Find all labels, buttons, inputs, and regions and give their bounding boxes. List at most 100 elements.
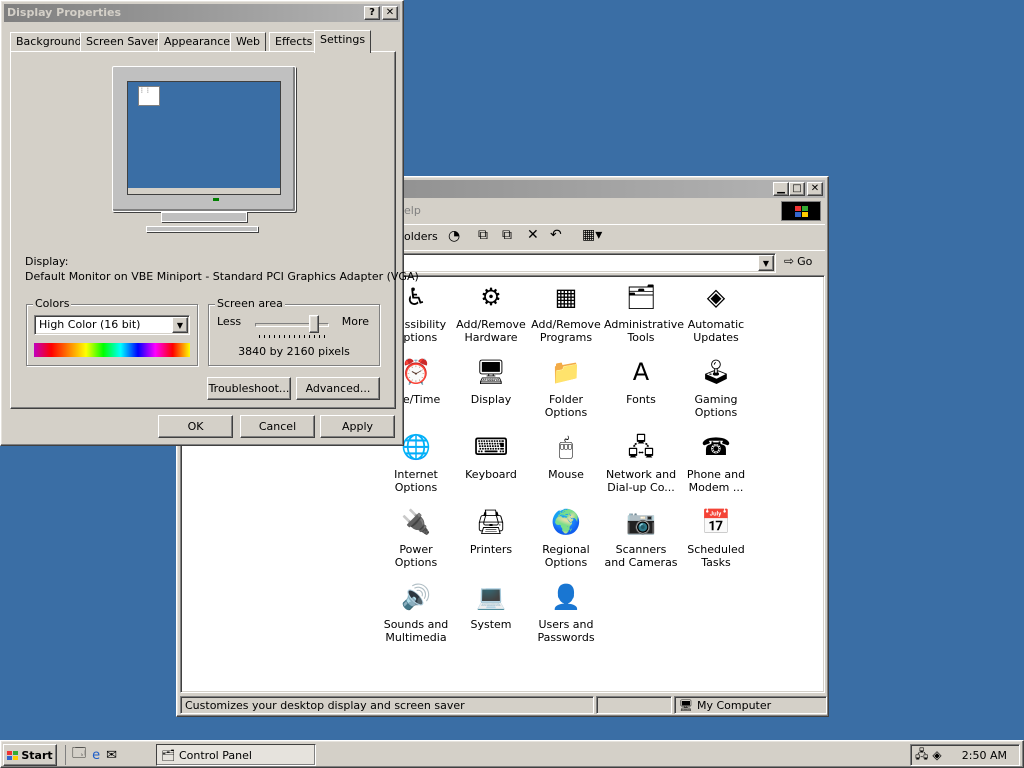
- screen-area-group-label: Screen area: [215, 297, 285, 310]
- tab-effects[interactable]: Effects: [269, 32, 319, 51]
- cp-item-label: Phone and Modem ...: [686, 468, 746, 494]
- cp-item-label: Printers: [469, 543, 513, 556]
- tab-web[interactable]: Web: [230, 32, 266, 51]
- start-button[interactable]: Start: [3, 744, 57, 766]
- apply-button[interactable]: Apply: [320, 415, 395, 438]
- cp-item-label: Keyboard: [465, 468, 517, 481]
- show-desktop-icon[interactable]: 🗔: [72, 744, 86, 766]
- programs-icon: ▦: [554, 283, 578, 311]
- tab-settings[interactable]: Settings: [314, 30, 372, 53]
- preview-desktop-icons: ⋮⋮: [138, 86, 160, 106]
- cp-item[interactable]: 🕹 Gaming Options: [679, 355, 753, 419]
- menu-help[interactable]: elp: [404, 204, 421, 217]
- views-icon[interactable]: ▦▾: [582, 227, 602, 243]
- power-icon: 🔌: [401, 508, 431, 536]
- windows-flag-icon: [794, 205, 808, 217]
- status-empty-pane: [596, 696, 672, 714]
- cp-item-label: Users and Passwords: [537, 618, 595, 644]
- cp-item[interactable]: 🖥 Display: [454, 355, 528, 406]
- cp-item[interactable]: 🔊 Sounds and Multimedia: [379, 580, 453, 644]
- clock[interactable]: 2:50 AM: [962, 749, 1007, 762]
- cp-item[interactable]: 📷 Scanners and Cameras: [604, 505, 678, 569]
- go-arrow-icon: ⇨: [784, 254, 795, 268]
- colors-select[interactable]: High Color (16 bit) ▼: [34, 315, 190, 335]
- monitor-preview: ⋮⋮: [112, 66, 296, 212]
- minimize-button[interactable]: ▁: [773, 182, 789, 196]
- cp-item[interactable]: 📁 Folder Options: [529, 355, 603, 419]
- display-label: Display:: [25, 255, 69, 268]
- cp-item-label: Power Options: [394, 543, 438, 569]
- taskbar-task-control-panel[interactable]: 🗂 Control Panel: [156, 744, 316, 766]
- cancel-button[interactable]: Cancel: [240, 415, 315, 438]
- cp-item[interactable]: A Fonts: [604, 355, 678, 406]
- cp-item-label: Display: [470, 393, 512, 406]
- cp-item[interactable]: 🔌 Power Options: [379, 505, 453, 569]
- tab-background[interactable]: Background: [10, 32, 88, 51]
- updates-tray-icon[interactable]: ◈: [932, 748, 941, 762]
- delete-icon[interactable]: ✕: [527, 227, 539, 243]
- maximize-button[interactable]: □: [789, 182, 805, 196]
- maximize-icon: □: [792, 183, 802, 194]
- cp-item[interactable]: ⌨ Keyboard: [454, 430, 528, 481]
- cp-item[interactable]: 🖧 Network and Dial-up Co...: [604, 430, 678, 494]
- colors-group: Colors High Color (16 bit) ▼: [26, 297, 198, 366]
- cp-item[interactable]: ☎ Phone and Modem ...: [679, 430, 753, 494]
- close-button[interactable]: ✕: [382, 6, 398, 20]
- dialog-title-bar[interactable]: Display Properties ? ✕: [4, 4, 400, 22]
- colors-dropdown-button[interactable]: ▼: [172, 317, 188, 333]
- cp-item[interactable]: 💻 System: [454, 580, 528, 631]
- cp-item[interactable]: ⚙ Add/Remove Hardware: [454, 280, 528, 344]
- close-button[interactable]: ✕: [807, 182, 823, 196]
- updates-icon: ◈: [706, 283, 726, 311]
- admin-tools-icon: 🗂: [625, 283, 657, 311]
- resolution-slider[interactable]: [255, 313, 329, 338]
- slider-thumb[interactable]: [309, 315, 319, 333]
- internet-explorer-icon[interactable]: e: [92, 748, 100, 763]
- scheduled-tasks-icon: 📅: [701, 508, 731, 536]
- help-button[interactable]: ?: [364, 6, 380, 20]
- move-to-icon[interactable]: ⧉: [478, 227, 488, 243]
- cp-item[interactable]: ◈ Automatic Updates: [679, 280, 753, 344]
- cp-item[interactable]: 🗂 Administrative Tools: [604, 280, 684, 344]
- go-button[interactable]: ⇨ Go: [784, 254, 812, 268]
- windows-flag-icon: [7, 750, 19, 760]
- tab-screen-saver[interactable]: Screen Saver: [80, 32, 165, 51]
- more-label: More: [341, 315, 369, 328]
- cp-item[interactable]: 🖱 Mouse: [529, 430, 603, 481]
- history-icon[interactable]: ◔: [448, 228, 460, 244]
- cp-item[interactable]: 📅 Scheduled Tasks: [679, 505, 753, 569]
- keyboard-icon: ⌨: [473, 433, 509, 461]
- advanced-button[interactable]: Advanced...: [296, 377, 380, 400]
- network-tray-icon[interactable]: 🖧: [915, 745, 928, 766]
- cp-item[interactable]: 🌍 Regional Options: [529, 505, 603, 569]
- slider-ticks: [259, 335, 325, 338]
- date-time-icon: ⏰: [401, 358, 431, 386]
- task-label: Control Panel: [178, 748, 252, 762]
- question-mark-icon: ?: [369, 7, 375, 18]
- copy-to-icon[interactable]: ⧉: [502, 227, 512, 243]
- chevron-down-icon: ▼: [762, 258, 770, 268]
- colors-selected-value: High Color (16 bit): [39, 318, 141, 331]
- cp-item-label: Automatic Updates: [687, 318, 745, 344]
- address-input[interactable]: ▼: [400, 253, 776, 273]
- dialog-title: Display Properties: [7, 6, 122, 19]
- cp-item-label: Internet Options: [394, 468, 438, 494]
- color-spectrum-bar: [34, 343, 190, 357]
- tab-appearance[interactable]: Appearance: [158, 32, 237, 51]
- cp-item[interactable]: ▦ Add/Remove Programs: [529, 280, 603, 344]
- users-icon: 👤: [551, 583, 581, 611]
- control-panel-icon: 🗂: [161, 748, 175, 762]
- address-dropdown-button[interactable]: ▼: [758, 255, 774, 271]
- cp-item[interactable]: 🖨 Printers: [454, 505, 528, 556]
- folders-button[interactable]: olders: [404, 230, 438, 243]
- ok-button[interactable]: OK: [158, 415, 233, 438]
- cp-item-label: Network and Dial-up Co...: [605, 468, 677, 494]
- mouse-icon: 🖱: [558, 433, 574, 461]
- undo-icon[interactable]: ↶: [550, 227, 562, 243]
- troubleshoot-button[interactable]: Troubleshoot...: [207, 377, 291, 400]
- display-icon: 🖥: [475, 358, 507, 386]
- my-computer-icon: 🖥: [679, 698, 693, 712]
- outlook-express-icon[interactable]: ✉: [106, 748, 117, 763]
- accessibility-icon: ♿: [405, 283, 427, 311]
- cp-item[interactable]: 👤 Users and Passwords: [529, 580, 603, 644]
